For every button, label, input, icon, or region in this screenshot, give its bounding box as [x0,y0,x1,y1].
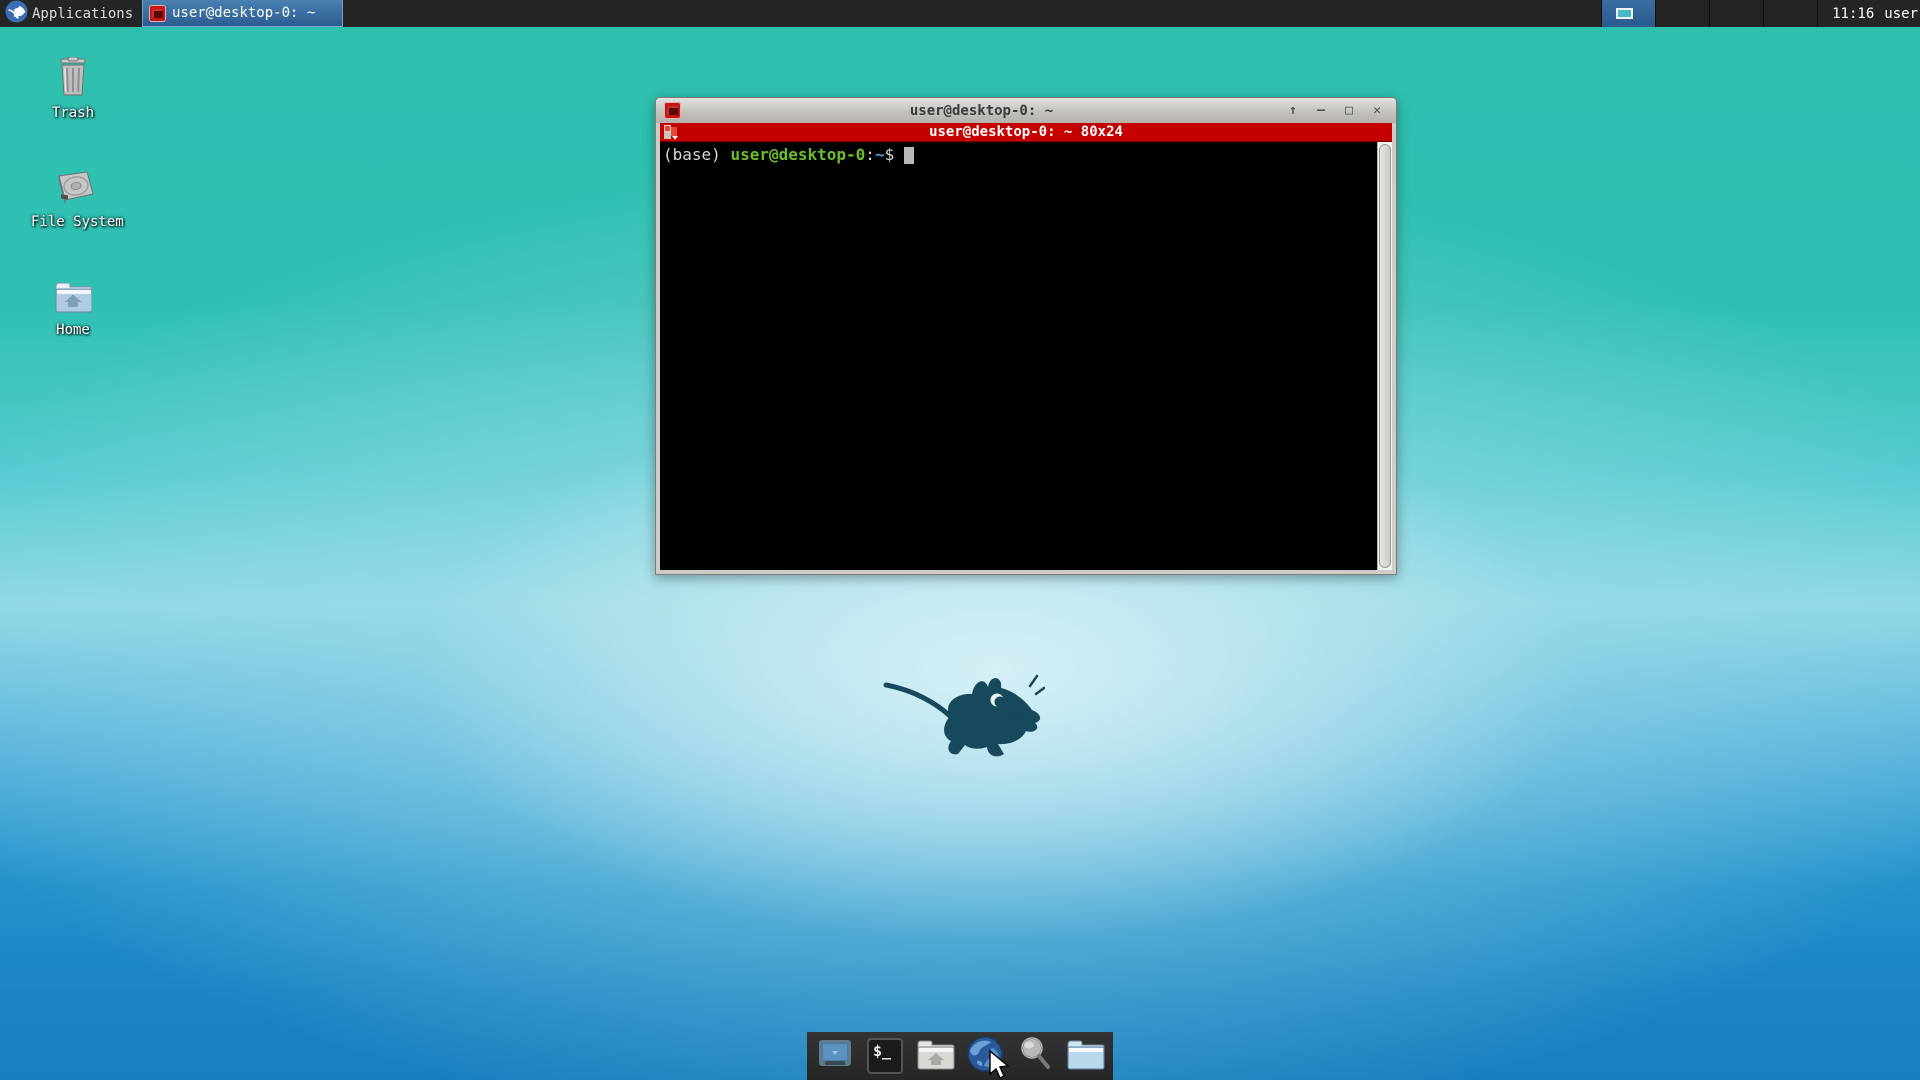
prompt-cwd: ~ [874,145,885,164]
terminal-icon: $_ [867,1038,903,1074]
home-folder-icon [915,1034,955,1078]
text-cursor [903,147,914,164]
panel-username: user [1884,5,1918,22]
prompt-user-host: user@desktop-0 [730,145,866,164]
dock-show-desktop[interactable] [815,1036,855,1076]
xfce-mouse-logo [883,663,1046,763]
xterm-window-icon [664,102,681,119]
shell-prompt: (base) user@desktop-0:~$ [663,145,1377,164]
window-title: user@desktop-0: ~ [909,102,1054,119]
shade-button[interactable]: ↑ [1282,98,1304,123]
panel-right-area: 11:16 user [1601,0,1920,27]
show-desktop-icon [815,1034,855,1078]
taskbar-window-title: user@desktop-0: ~ [172,5,316,21]
mouse-pointer [988,1049,1010,1084]
close-button[interactable]: ✕ [1366,98,1388,123]
workspace-2[interactable] [1656,0,1711,27]
trash-icon [55,56,91,101]
xfce-logo-icon [5,0,28,27]
window-titlebar[interactable]: user@desktop-0: ~ ↑ – □ ✕ [656,98,1396,123]
prompt-colon: : [865,145,875,164]
applications-menu-label[interactable]: Applications [32,6,133,22]
desktop-icon-label: Trash [51,105,95,121]
top-panel: Applications user@desktop-0: ~ 11:16 use… [0,0,1920,27]
minimize-button[interactable]: – [1310,98,1332,123]
search-icon [1015,1034,1055,1078]
dock: $_ [807,1032,1113,1080]
workspace-3[interactable] [1710,0,1765,27]
desktop-icon-file-system[interactable]: File System [31,168,124,230]
workspace-1[interactable] [1602,0,1657,27]
xterm-titlebar: user@desktop-0: ~ 80x24 [660,123,1392,142]
dock-home-folder[interactable] [915,1036,955,1076]
desktop-icon-label: File System [31,214,124,230]
desktop-icon-trash[interactable]: Trash [31,56,115,121]
hard-disk-icon [51,168,95,210]
dock-app-finder[interactable] [1015,1036,1055,1076]
workspace-switcher [1601,0,1819,27]
xterm-menu-icon[interactable] [664,125,678,140]
desktop-icon-home[interactable]: Home [31,280,115,338]
desktop-wallpaper: Trash File System Home user@desktop-0: ~… [0,0,1920,1080]
panel-clock: 11:16 [1832,5,1875,22]
prompt-char: $ [884,145,904,164]
terminal-window: user@desktop-0: ~ ↑ – □ ✕ user@desktop-0… [655,97,1397,575]
taskbar-window-button[interactable]: user@desktop-0: ~ [142,0,343,27]
terminal-scrollbar[interactable] [1377,142,1392,570]
dock-terminal[interactable]: $_ [865,1036,905,1076]
file-manager-icon [1065,1034,1105,1078]
workspace-window-thumbnail [1616,8,1634,19]
dock-file-manager[interactable] [1065,1036,1105,1076]
xterm-taskbar-icon [149,4,166,22]
terminal-screen[interactable]: (base) user@desktop-0:~$ [660,142,1377,570]
conda-env-prefix: (base) [663,145,731,164]
desktop-icon-label: Home [56,322,90,338]
terminal-body: user@desktop-0: ~ 80x24 (base) user@desk… [660,123,1392,570]
scrollbar-thumb[interactable] [1379,144,1391,568]
workspace-4[interactable] [1764,0,1819,27]
xterm-title-text: user@desktop-0: ~ 80x24 [929,124,1123,140]
applications-menu-button[interactable] [0,0,32,27]
maximize-button[interactable]: □ [1338,98,1360,123]
home-folder-icon [54,280,93,318]
